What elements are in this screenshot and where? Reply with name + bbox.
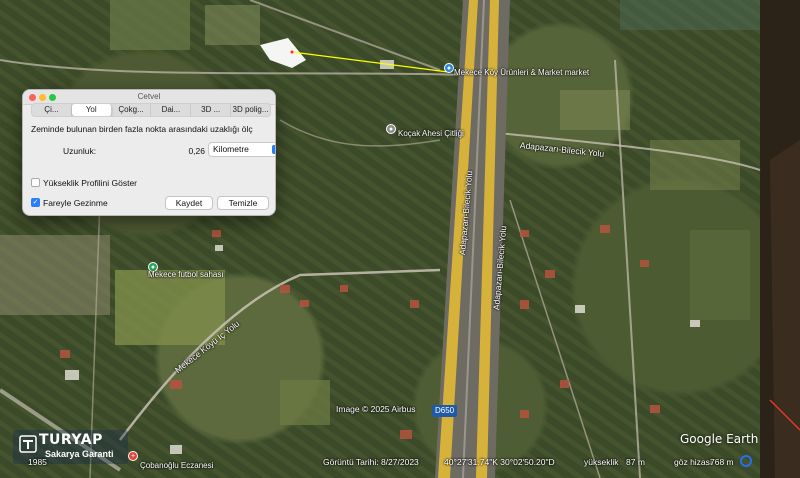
length-value: 0,26 (188, 146, 205, 156)
save-button[interactable]: Kaydet (165, 196, 213, 210)
football-label[interactable]: Mekece futbol sahası (148, 270, 224, 279)
mouse-navigation-label[interactable]: Fareyle Gezinme (43, 198, 108, 208)
tab-line[interactable]: Çi... (32, 104, 72, 116)
compass-icon[interactable] (740, 455, 752, 467)
road-number-shield: D650 (432, 405, 458, 417)
coordinates-readout: 40°27'31.74"K 30°02'50.20"D (444, 457, 555, 467)
status-bar: 1985 Görüntü Tarihi: 8/27/2023 40°27'31.… (0, 455, 800, 469)
length-label: Uzunluk: (63, 146, 97, 156)
market-label[interactable]: Mekece Köy Ürünleri & Market market (454, 68, 589, 77)
ruler-dialog: Cetvel Çi... Yol Çokg... Dai... 3D ... 3… (22, 89, 276, 216)
eye-altitude-value: 768 m (710, 457, 734, 467)
google-earth-logo: Google Earth (680, 432, 759, 446)
tab-polygon[interactable]: Çokg... (112, 104, 152, 116)
tab-circle[interactable]: Dai... (151, 104, 192, 116)
eye-altitude-label: göz hizası (674, 457, 713, 467)
measure-description: Zeminde bulunan birden fazla nokta arası… (31, 124, 253, 134)
imagery-year: 1985 (28, 457, 47, 467)
unit-select-value: Kilometre (213, 144, 249, 154)
satellite-map[interactable]: ● Mekece Köy Ürünleri & Market market ● … (0, 0, 800, 478)
turyap-logo-icon (19, 435, 37, 453)
elevation-profile-checkbox[interactable] (31, 178, 40, 187)
chevron-updown-icon: ⇕ (272, 145, 275, 154)
market-pin-icon[interactable]: ● (444, 63, 454, 73)
elevation-profile-label[interactable]: Yükseklik Profilini Göster (43, 178, 137, 188)
turyap-brand: TURYAP (39, 432, 103, 448)
dialog-title: Cetvel (137, 92, 161, 101)
mouse-navigation-checkbox[interactable]: ✓ (31, 198, 40, 207)
elevation-value: 87 m (626, 457, 645, 467)
unit-select[interactable]: Kilometre ⇕ (208, 142, 275, 157)
kocak-pin-icon[interactable]: ● (386, 124, 396, 134)
tab-3d-polygon[interactable]: 3D polig... (231, 104, 270, 116)
kocak-label[interactable]: Koçak Ahesi Çitliği (398, 129, 464, 138)
tab-path[interactable]: Yol (71, 104, 112, 116)
imagery-copyright: Image © 2025 Airbus (336, 404, 416, 414)
clear-button[interactable]: Temizle (217, 196, 269, 210)
measure-mode-tabs: Çi... Yol Çokg... Dai... 3D ... 3D polig… (31, 103, 271, 117)
elevation-label: yükseklik (584, 457, 619, 467)
tab-3d-path[interactable]: 3D ... (191, 104, 232, 116)
capture-date: Görüntü Tarihi: 8/27/2023 (323, 457, 419, 467)
checkmark-icon: ✓ (32, 199, 39, 206)
